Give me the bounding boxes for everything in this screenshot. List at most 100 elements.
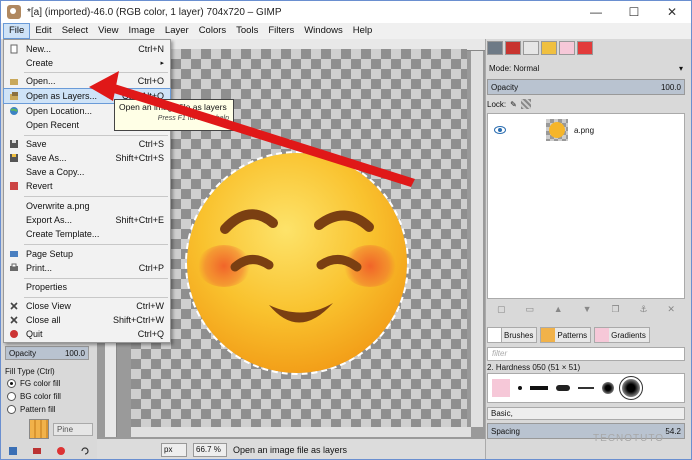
open-folder-icon xyxy=(10,79,18,85)
delete-layer-icon[interactable]: ✕ xyxy=(667,304,675,315)
radio-pattern[interactable] xyxy=(7,405,16,414)
menu-item-quit[interactable]: Quit Ctrl+Q xyxy=(4,327,170,341)
menu-filters[interactable]: Filters xyxy=(263,23,299,39)
pattern-name-field[interactable]: Pine xyxy=(53,423,93,436)
brush-swatch-selected[interactable] xyxy=(619,376,643,400)
menu-view[interactable]: View xyxy=(93,23,123,39)
brush-filter-input[interactable]: filter xyxy=(487,347,685,361)
blank-icon xyxy=(9,282,19,292)
brush-swatch[interactable] xyxy=(578,387,594,389)
horizontal-scrollbar[interactable] xyxy=(131,427,471,437)
zoom-select[interactable]: 66.7 % xyxy=(193,443,227,457)
close-button[interactable]: ✕ xyxy=(653,1,691,23)
vertical-scrollbar[interactable] xyxy=(471,51,483,427)
menu-file[interactable]: File xyxy=(3,23,31,39)
save-icon xyxy=(10,140,18,148)
fill-option-bg[interactable]: BG color fill xyxy=(7,392,61,401)
menu-item-create-template[interactable]: Create Template... xyxy=(4,227,170,241)
menu-item-export-as[interactable]: Export As... Shift+Ctrl+E xyxy=(4,213,170,227)
brush-preset-select[interactable]: Basic, xyxy=(487,407,685,420)
tab-brushes[interactable]: Brushes xyxy=(487,327,538,343)
unit-select[interactable]: px xyxy=(161,443,187,457)
layers-tab-icon[interactable] xyxy=(487,41,503,55)
brushes-tab-icon xyxy=(488,328,502,342)
images-tab-icon[interactable] xyxy=(577,41,593,55)
menu-item-properties[interactable]: Properties xyxy=(4,280,170,294)
menu-item-close-view[interactable]: Close View Ctrl+W xyxy=(4,299,170,313)
fill-option-pattern[interactable]: Pattern fill xyxy=(7,405,56,414)
menu-item-open[interactable]: Open... Ctrl+O xyxy=(4,74,170,88)
menu-item-close-all[interactable]: Close all Shift+Ctrl+W xyxy=(4,313,170,327)
paths-tab-icon[interactable] xyxy=(523,41,539,55)
menu-item-save[interactable]: Save Ctrl+S xyxy=(4,137,170,151)
layers-list: a.png xyxy=(487,113,685,299)
lower-layer-icon[interactable]: ▼ xyxy=(583,304,592,314)
menu-layer[interactable]: Layer xyxy=(160,23,194,39)
menu-separator xyxy=(24,72,168,73)
window-controls: — ☐ ✕ xyxy=(577,1,691,23)
menu-item-label: Open as Layers... xyxy=(26,91,98,101)
menu-windows[interactable]: Windows xyxy=(299,23,348,39)
tab-gradients[interactable]: Gradients xyxy=(594,327,650,343)
radio-fg[interactable] xyxy=(7,379,16,388)
layer-mode-select[interactable]: Mode: Normal ▾ xyxy=(487,64,685,76)
menu-item-page-setup[interactable]: Page Setup xyxy=(4,247,170,261)
layer-row[interactable]: a.png xyxy=(488,118,684,142)
minimize-button[interactable]: — xyxy=(577,1,615,23)
reset-options-icon[interactable] xyxy=(80,446,90,456)
menu-edit[interactable]: Edit xyxy=(30,23,56,39)
save-options-icon[interactable] xyxy=(8,446,18,456)
eye-icon[interactable] xyxy=(494,126,506,134)
menu-item-label: Page Setup xyxy=(26,249,74,259)
fill-option-fg[interactable]: FG color fill xyxy=(7,379,60,388)
menu-tools[interactable]: Tools xyxy=(231,23,263,39)
menu-item-new[interactable]: New... Ctrl+N xyxy=(4,42,170,56)
brush-grid[interactable] xyxy=(487,373,685,403)
menu-item-create[interactable]: Create ▸ xyxy=(4,56,170,70)
maximize-button[interactable]: ☐ xyxy=(615,1,653,23)
menu-select[interactable]: Select xyxy=(57,23,93,39)
delete-options-icon[interactable] xyxy=(56,446,66,456)
menu-tooltip: Open an image file as layers Press F1 fo… xyxy=(114,99,234,131)
duplicate-layer-icon[interactable]: ❐ xyxy=(611,304,619,315)
gradients-tab-icon xyxy=(595,328,610,342)
tool-opacity-slider[interactable]: Opacity 100.0 xyxy=(5,346,89,360)
brush-swatch[interactable] xyxy=(530,386,548,390)
menu-item-shortcut: Shift+Ctrl+S xyxy=(115,153,164,163)
lock-pixels-icon[interactable]: ✎ xyxy=(510,100,517,109)
spacing-label: Spacing xyxy=(491,426,520,436)
brush-swatch[interactable] xyxy=(556,385,570,391)
new-group-icon[interactable]: ▭ xyxy=(525,304,534,315)
menu-item-label: Create xyxy=(26,58,54,68)
brush-swatch-pink[interactable] xyxy=(492,379,510,397)
menu-item-label: New... xyxy=(26,44,52,54)
lock-alpha-icon[interactable] xyxy=(520,99,531,109)
new-layer-icon[interactable]: ▢ xyxy=(497,304,506,315)
brush-name: 2. Hardness 050 (51 × 51) xyxy=(487,363,581,372)
layer-opacity-label: Opacity xyxy=(491,82,519,92)
raise-layer-icon[interactable]: ▲ xyxy=(554,304,563,314)
menu-item-label: Save xyxy=(26,139,47,149)
brush-swatch[interactable] xyxy=(602,382,614,394)
menu-item-print[interactable]: Print... Ctrl+P xyxy=(4,261,170,275)
menu-help[interactable]: Help xyxy=(348,23,378,39)
undo-tab-icon[interactable] xyxy=(541,41,557,55)
brush-editor-tab-icon[interactable] xyxy=(559,41,575,55)
pattern-swatch[interactable] xyxy=(29,419,49,439)
menu-item-save-a-copy[interactable]: Save a Copy... xyxy=(4,165,170,179)
tab-patterns[interactable]: Patterns xyxy=(540,327,592,343)
menu-item-revert[interactable]: Revert xyxy=(4,179,170,193)
menu-item-save-as[interactable]: Save As... Shift+Ctrl+S xyxy=(4,151,170,165)
brush-swatch[interactable] xyxy=(518,386,522,390)
menu-image[interactable]: Image xyxy=(124,23,160,39)
layer-opacity-slider[interactable]: Opacity 100.0 xyxy=(487,79,685,95)
menu-separator xyxy=(24,244,168,245)
blank-icon xyxy=(9,58,19,68)
menu-item-overwrite[interactable]: Overwrite a.png xyxy=(4,199,170,213)
restore-options-icon[interactable] xyxy=(32,446,42,456)
anchor-layer-icon[interactable]: ⚓ xyxy=(639,304,647,315)
menu-colors[interactable]: Colors xyxy=(194,23,231,39)
menu-item-label: Open... xyxy=(26,76,56,86)
radio-bg[interactable] xyxy=(7,392,16,401)
channels-tab-icon[interactable] xyxy=(505,41,521,55)
